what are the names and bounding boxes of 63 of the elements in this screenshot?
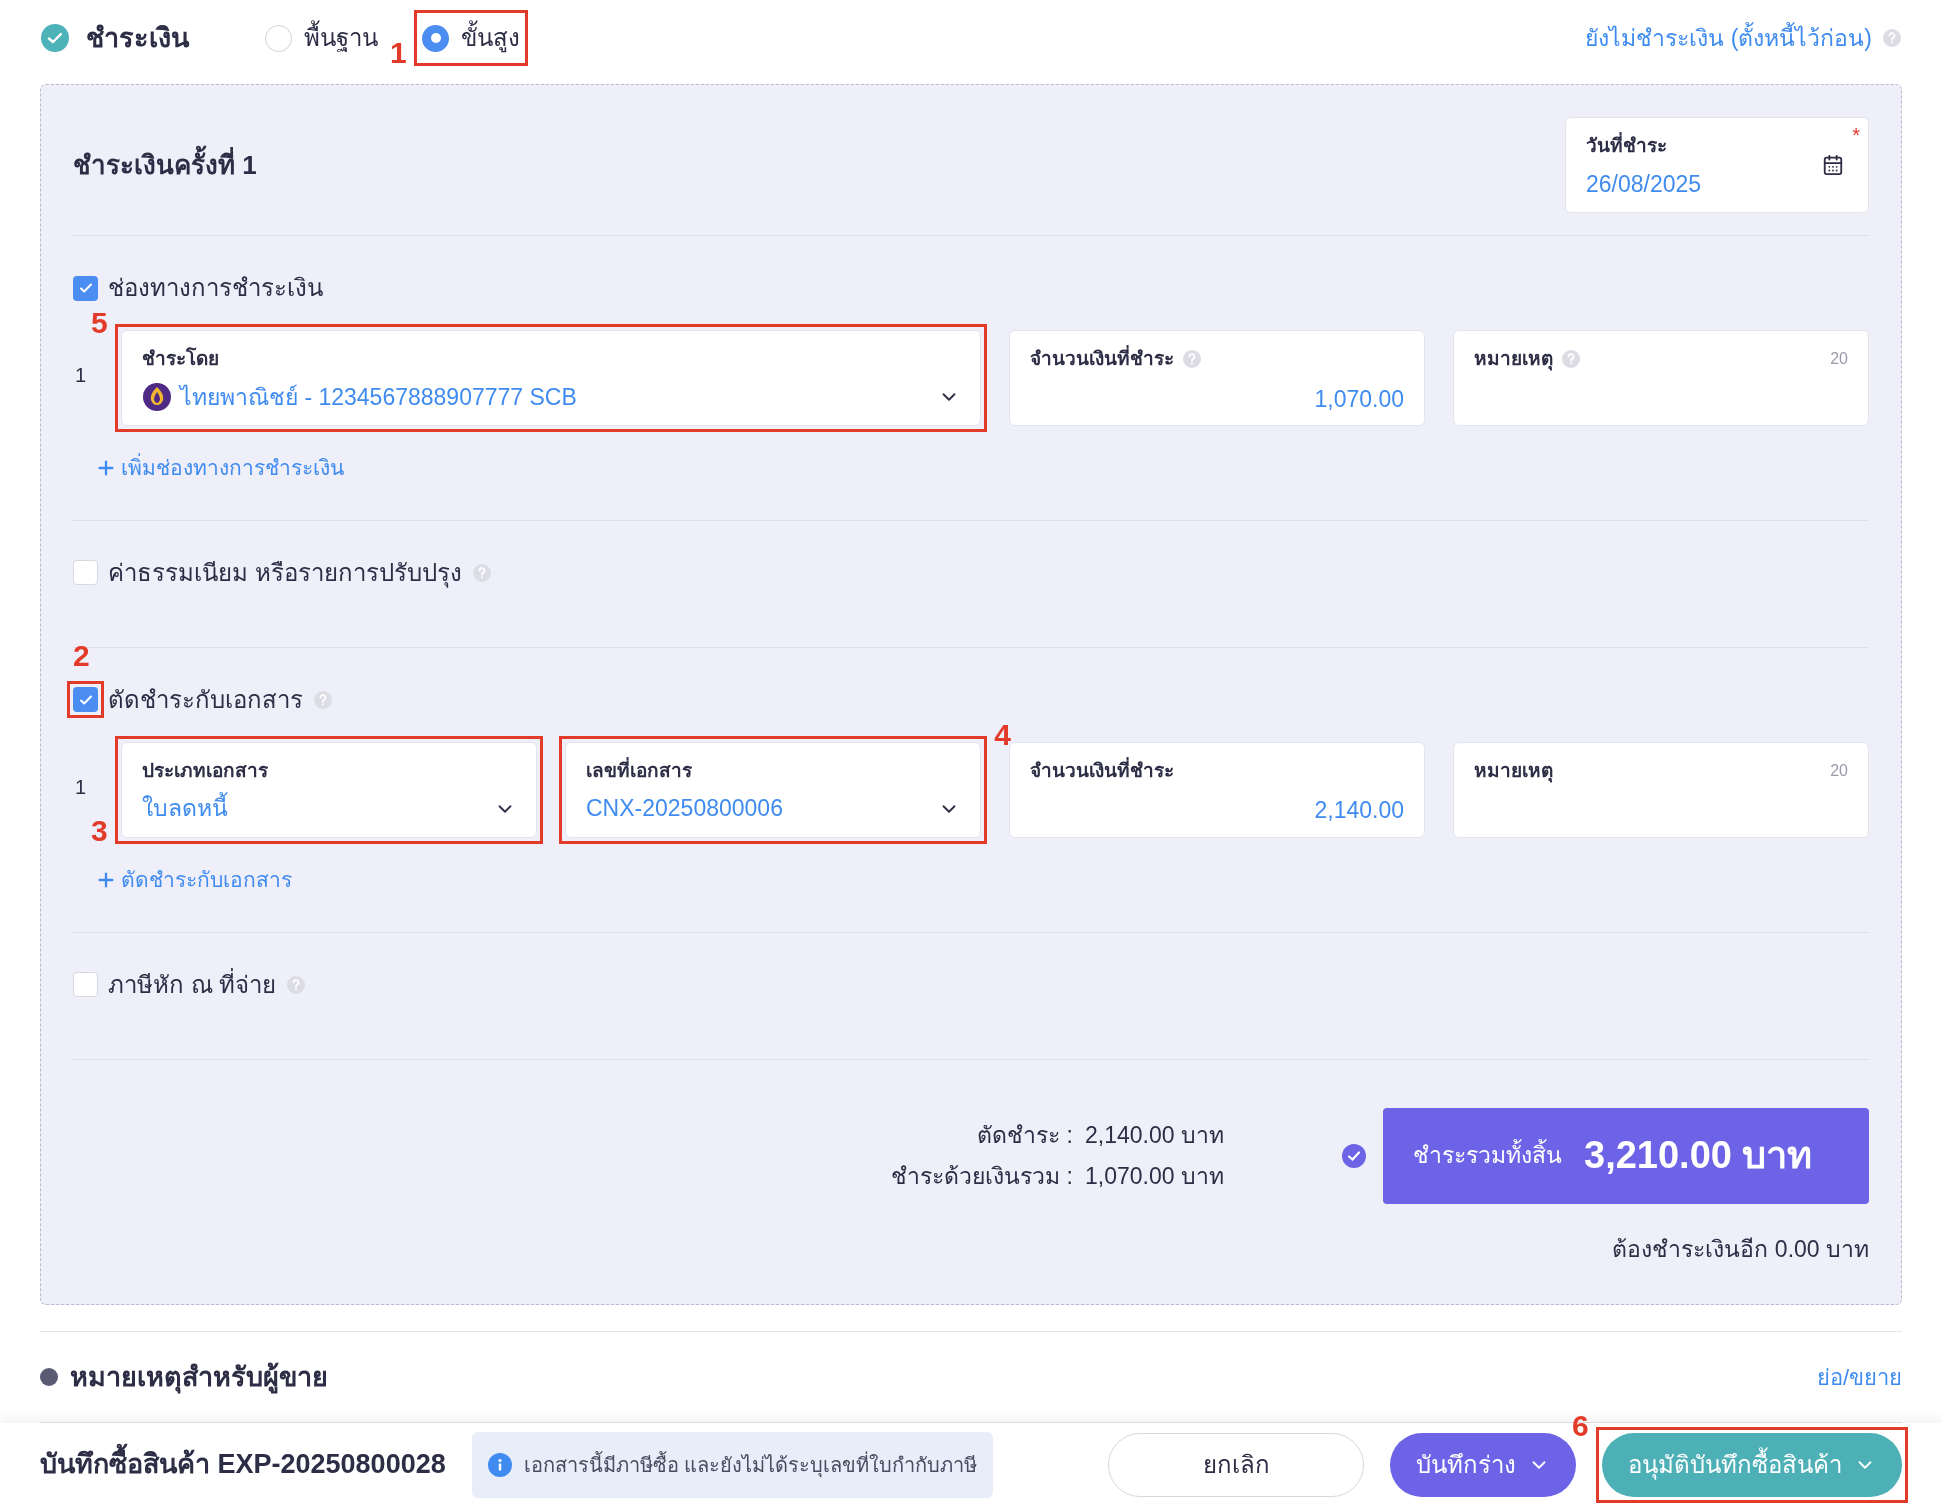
field-label: ชำระโดย [142,346,219,371]
total-value: 3,210.00 บาท [1584,1133,1813,1178]
row-index: 1 [75,364,87,386]
checkbox[interactable] [73,560,98,586]
bank-logo-icon [142,381,172,412]
section-label: ช่องทางการชำระเงิน [108,273,323,303]
summary-label: ชำระด้วยเงินรวม : [891,1161,1073,1191]
field-value: 2,140.00 [1314,796,1404,826]
note-field[interactable]: หมายเหตุ 20 [1453,330,1869,426]
field-label: ประเภทเอกสาร [142,758,268,783]
select-field[interactable]: ชำระโดย ไทยพาณิชย์ - 1234567888907777 SCB [121,330,981,426]
section-label: ภาษีหัก ณ ที่จ่าย [108,967,277,1000]
check-circle-icon [40,23,70,53]
annotation-number: 2 [73,641,90,672]
footer-button[interactable]: ยกเลิก [1108,1432,1364,1497]
help-icon [1882,28,1902,48]
total-label: ชำระรวมทั้งสิ้น [1413,1138,1562,1173]
amount-field[interactable]: จำนวนเงินที่ชำระ 2,140.00 [1009,741,1425,838]
annotation-number: 3 [91,815,108,846]
summary-value: 2,140.00 บาท [1085,1121,1225,1150]
remaining-amount: ต้องชำระเงินอีก 0.00 บาท [1612,1234,1869,1264]
field-value: 1,070.00 [1314,384,1404,414]
annotation-number: 4 [994,719,1011,750]
checkbox[interactable] [73,972,98,997]
radio-button[interactable] [265,24,292,52]
calendar-icon [1822,154,1844,176]
select-field[interactable]: เลขที่เอกสาร CNX-20250800006 [565,741,981,838]
annotation-number: 1 [390,38,407,68]
field-label: เลขที่เอกสาร [586,756,692,783]
annotation-number: 5 [91,308,108,338]
checkbox[interactable] [73,687,98,713]
checkbox[interactable] [73,275,98,301]
notice-text: เอกสารนี้มีภาษีซื้อ และยังไม่ได้ระบุเลขที่ใบกำกับภาษี [523,1450,978,1480]
field-value: ไทยพาณิชย์ - 1234567888907777 SCB [180,382,577,412]
required-mark: * [1852,123,1860,148]
document-title: บันทึกซื้อสินค้า EXP-20250800028 [40,1444,446,1485]
date-field[interactable]: วันที่ชำระ 26/08/2025 * [1565,117,1869,213]
character-counter: 20 [1830,761,1848,781]
radio-option[interactable]: พื้นฐาน [263,16,380,60]
radio-option[interactable]: ขั้นสูง [420,16,522,60]
section-title: ชำระเงิน [86,21,189,55]
summary-label: ตัดชำระ : [977,1121,1073,1150]
field-label: จำนวนเงินที่ชำระ [1030,756,1174,783]
section-title: หมายเหตุสำหรับผู้ขาย [70,1360,328,1396]
section-label: ตัดชำระกับเอกสาร [108,684,303,715]
amount-field[interactable]: จำนวนเงินที่ชำระ 1,070.00 [1009,330,1425,426]
field-label: จำนวนเงินที่ชำระ [1030,345,1174,374]
note-field[interactable]: หมายเหตุ 20 [1453,741,1869,838]
field-label: หมายเหตุ [1474,758,1553,785]
select-field[interactable]: ประเภทเอกสาร ใบลดหนี้ [121,741,537,838]
field-value: 26/08/2025 [1586,169,1703,199]
field-label: หมายเหตุ [1474,347,1553,373]
radio-button[interactable] [422,24,449,52]
character-counter: 20 [1830,349,1848,370]
field-value: CNX-20250800006 [586,794,783,824]
field-label: วันที่ชำระ [1586,132,1848,161]
row-index: 1 [75,775,87,798]
installment-title: ชำระเงินครั้งที่ 1 [73,145,257,185]
annotation-frame [67,681,104,719]
info-icon [487,1452,512,1477]
section-label: ค่าธรรมเนียม หรือรายการปรับปรุง [108,557,462,590]
field-value: ใบลดหนี้ [142,791,228,826]
summary-value: 1,070.00 บาท [1085,1161,1225,1191]
